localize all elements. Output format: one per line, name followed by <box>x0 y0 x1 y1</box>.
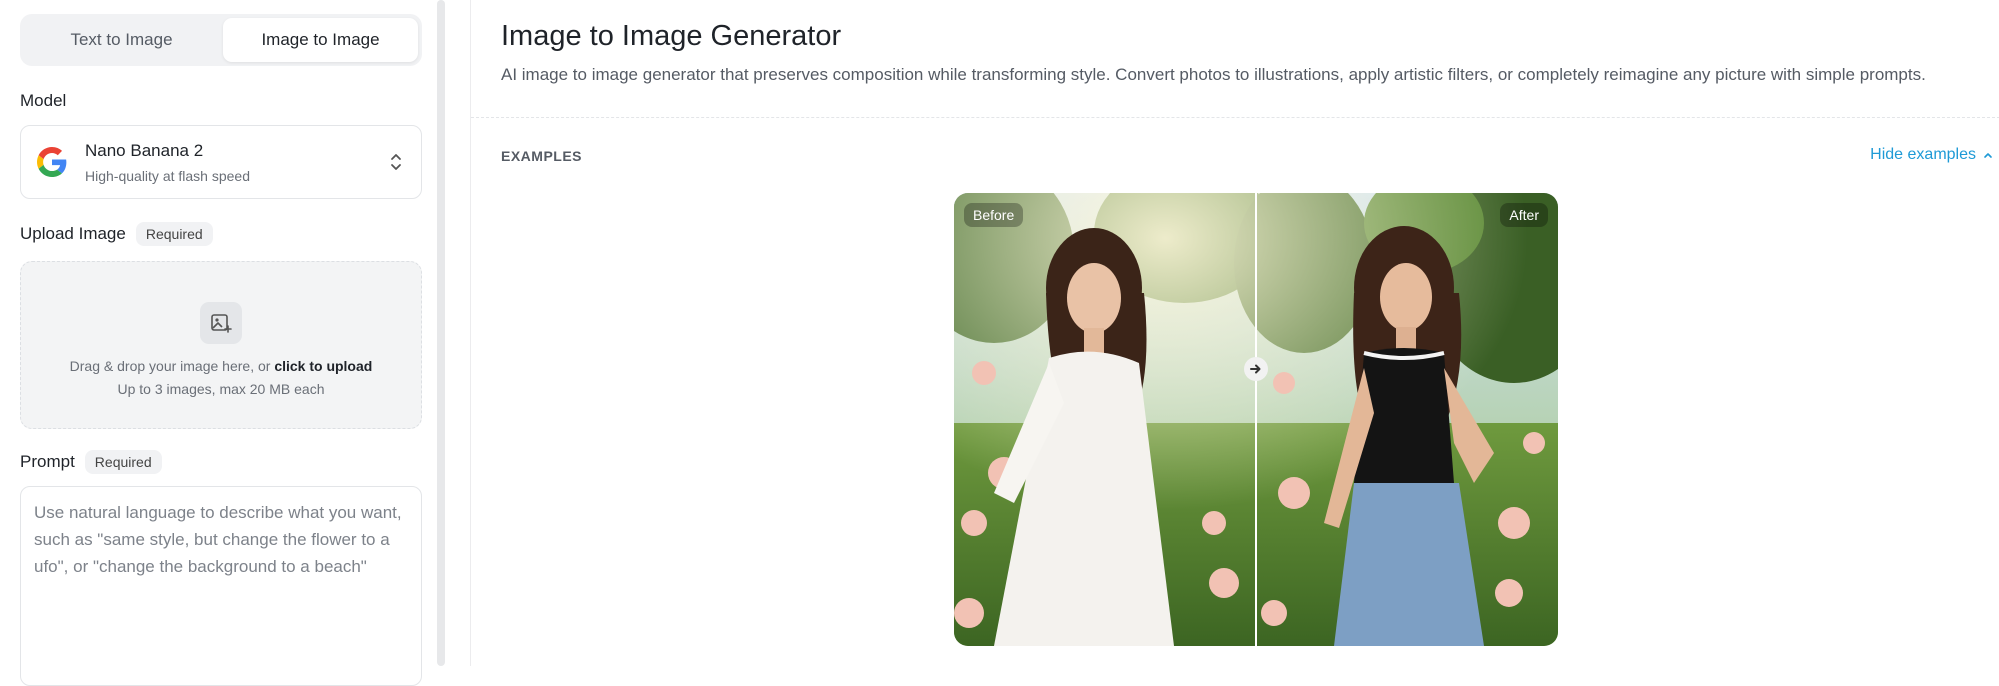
before-label: Before <box>964 203 1024 227</box>
page-title: Image to Image Generator <box>501 20 842 52</box>
upload-limits: Up to 3 images, max 20 MB each <box>117 381 325 397</box>
upload-instructions: Drag & drop your image here, or click to… <box>70 358 373 374</box>
after-label: After <box>1500 203 1548 227</box>
model-name: Nano Banana 2 <box>85 140 204 160</box>
tab-text-to-image[interactable]: Text to Image <box>24 18 219 62</box>
page-description: AI image to image generator that preserv… <box>501 65 1926 84</box>
chevron-up-icon <box>1984 153 1992 158</box>
hide-examples-button[interactable]: Hide examples <box>1870 146 1994 164</box>
hide-examples-label: Hide examples <box>1870 146 1976 163</box>
prompt-label: Prompt Required <box>20 450 162 474</box>
required-badge: Required <box>135 222 213 246</box>
mode-tabs: Text to Image Image to Image <box>20 14 422 66</box>
upload-label-text: Upload Image <box>20 224 126 243</box>
divider <box>471 117 1999 118</box>
prompt-label-text: Prompt <box>20 452 75 471</box>
chevron-up-down-icon <box>391 154 401 170</box>
model-select[interactable]: Nano Banana 2 High-quality at flash spee… <box>20 125 422 199</box>
upload-icon-box <box>200 302 242 344</box>
examples-heading: EXAMPLES <box>501 148 583 164</box>
settings-panel: Text to Image Image to Image Model Nano … <box>0 0 440 686</box>
model-label: Model <box>20 91 66 111</box>
sidebar-scrollbar[interactable] <box>437 0 445 666</box>
required-badge: Required <box>84 450 162 474</box>
upload-instructions-text: Drag & drop your image here, or <box>69 358 275 374</box>
upload-label: Upload Image Required <box>20 222 213 246</box>
compare-slider-handle[interactable] <box>1244 357 1268 381</box>
click-to-upload-link[interactable]: click to upload <box>274 358 372 374</box>
model-subtitle: High-quality at flash speed <box>85 167 250 184</box>
main-content: Image to Image Generator AI image to ima… <box>470 0 1999 666</box>
prompt-input[interactable] <box>34 499 408 673</box>
model-info: Nano Banana 2 High-quality at flash spee… <box>85 141 387 184</box>
tab-image-to-image[interactable]: Image to Image <box>223 18 418 62</box>
arrow-right-icon <box>1250 364 1261 374</box>
prompt-box <box>20 486 422 686</box>
before-after-comparison[interactable]: Before After <box>954 193 1558 646</box>
google-g-icon <box>37 147 67 177</box>
upload-dropzone[interactable]: Drag & drop your image here, or click to… <box>20 261 422 429</box>
model-label-text: Model <box>20 91 67 110</box>
example-comparison-image <box>954 193 1558 646</box>
image-add-icon <box>211 314 232 333</box>
